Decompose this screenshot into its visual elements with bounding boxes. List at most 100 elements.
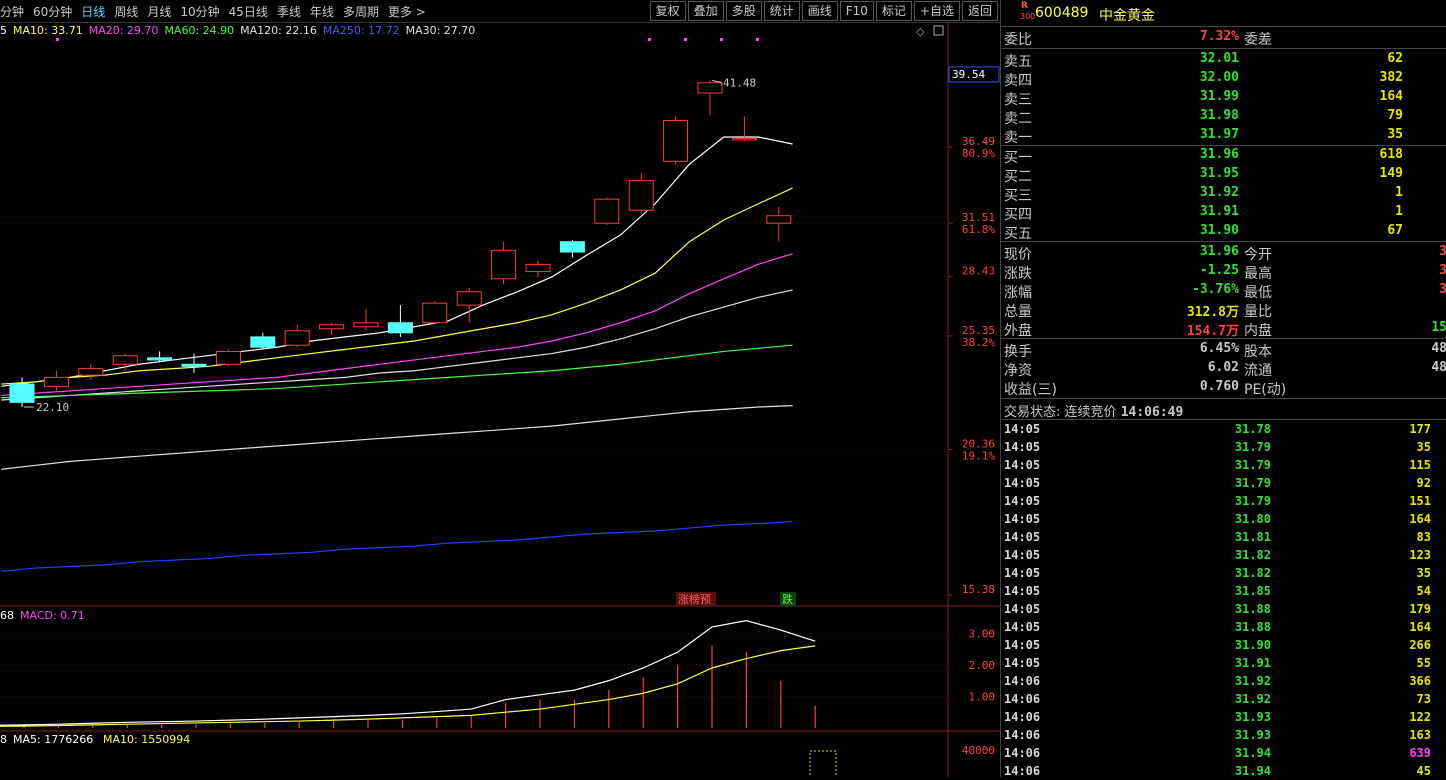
stock-header: R 300 600489 中金黄金 <box>1001 0 1446 27</box>
quote-row[interactable]: 现价 31.96 今开 3 <box>1001 243 1446 263</box>
candle-body <box>78 368 104 376</box>
trade-status-time: 14:06:49 <box>1120 405 1184 420</box>
trade-row[interactable]: 14:06 31.94 639 <box>1001 744 1446 762</box>
quote-row[interactable]: 外盘 154.7万 内盘 15 <box>1001 319 1446 339</box>
pct-tick-label: 38.2% <box>962 336 995 349</box>
marker-label-up: 涨榜预 <box>678 592 711 606</box>
trade-volume: 122 <box>1409 710 1431 724</box>
stat-label-2: 股本 <box>1244 344 1272 360</box>
macd-legend-item: MACD: 0.71 <box>20 609 85 622</box>
stat-row[interactable]: 净资 6.02 流通 48 <box>1001 359 1446 379</box>
trade-price: 31.88 <box>1234 602 1271 616</box>
trade-price: 31.94 <box>1234 746 1271 760</box>
stock-code[interactable]: 600489 <box>1035 5 1088 21</box>
stat-row[interactable]: 收益(三) 0.760 PE(动) <box>1001 378 1446 398</box>
current-price-label: 39.54 <box>952 68 985 81</box>
trade-row[interactable]: 14:05 31.80 164 <box>1001 510 1446 528</box>
ask-row[interactable]: 卖五 32.01 62 <box>1001 50 1446 70</box>
trade-price: 31.79 <box>1234 440 1271 454</box>
trade-volume: 55 <box>1416 656 1431 670</box>
trade-price: 31.79 <box>1234 476 1271 490</box>
stock-name[interactable]: 中金黄金 <box>1099 5 1155 25</box>
tick-trades-list[interactable]: 14:05 31.78 177 14:05 31.79 35 14:05 31.79 115 14… <box>1001 420 1446 780</box>
trade-price: 31.91 <box>1234 656 1271 670</box>
trade-row[interactable]: 14:05 31.81 83 <box>1001 528 1446 546</box>
trade-time: 14:06 <box>1004 764 1041 778</box>
quote-row[interactable]: 总量 312.8万 量比 <box>1001 300 1446 320</box>
trade-row[interactable]: 14:05 31.79 115 <box>1001 456 1446 474</box>
pct-tick-label: 80.9% <box>962 147 995 160</box>
price-tick-label: 15.38 <box>962 583 995 596</box>
ask-price: 32.00 <box>1199 70 1239 85</box>
bid-volume: 1 <box>1395 204 1403 219</box>
quote-label: 涨幅 <box>1004 285 1032 301</box>
ask-label: 卖四 <box>1004 73 1032 89</box>
trade-time: 14:06 <box>1004 728 1041 742</box>
trade-row[interactable]: 14:05 31.82 123 <box>1001 546 1446 564</box>
signal-dot <box>720 38 723 41</box>
ask-volume: 164 <box>1379 89 1403 104</box>
trade-volume: 92 <box>1416 476 1431 490</box>
trade-volume: 35 <box>1416 566 1431 580</box>
bid-volume: 1 <box>1395 185 1403 200</box>
stat-label: 收益(三) <box>1004 382 1057 398</box>
stat-row[interactable]: 换手 6.45% 股本 48 <box>1001 340 1446 360</box>
pct-tick-label: 19.1% <box>962 450 995 463</box>
quote-value: 154.7万 <box>1186 324 1239 339</box>
trade-row[interactable]: 14:05 31.88 179 <box>1001 600 1446 618</box>
stat-value-2: 48 <box>1431 341 1446 356</box>
bid-row[interactable]: 买四 31.91 1 <box>1001 203 1446 223</box>
quote-value: 312.8万 <box>1186 305 1239 320</box>
bid-volume: 67 <box>1387 223 1403 238</box>
bid-row[interactable]: 买五 31.90 67 <box>1001 222 1446 242</box>
ask-row[interactable]: 卖四 32.00 382 <box>1001 69 1446 89</box>
trade-row[interactable]: 14:06 31.92 73 <box>1001 690 1446 708</box>
trade-row[interactable]: 14:06 31.93 163 <box>1001 726 1446 744</box>
trade-row[interactable]: 14:06 31.92 366 <box>1001 672 1446 690</box>
stat-value: 0.760 <box>1199 379 1239 394</box>
macd-tick-label: 3.00 <box>969 627 996 640</box>
trade-volume: 83 <box>1416 530 1431 544</box>
ask-label: 卖五 <box>1004 54 1032 70</box>
macd-tick-label: 2.00 <box>969 659 996 672</box>
quote-row[interactable]: 涨幅 -3.76% 最低 3 <box>1001 281 1446 301</box>
candle-body <box>491 249 517 280</box>
order-ratio-label: 委比 <box>1004 32 1032 48</box>
trade-row[interactable]: 14:05 31.91 55 <box>1001 654 1446 672</box>
trade-row[interactable]: 14:05 31.79 92 <box>1001 474 1446 492</box>
candle-body <box>697 82 723 94</box>
trade-price: 31.88 <box>1234 620 1271 634</box>
bid-row[interactable]: 买三 31.92 1 <box>1001 184 1446 204</box>
trade-row[interactable]: 14:05 31.85 54 <box>1001 582 1446 600</box>
trade-row[interactable]: 14:05 31.79 35 <box>1001 438 1446 456</box>
ask-row[interactable]: 卖二 31.98 79 <box>1001 107 1446 127</box>
ask-row[interactable]: 卖三 31.99 164 <box>1001 88 1446 108</box>
trade-row[interactable]: 14:05 31.90 266 <box>1001 636 1446 654</box>
ask-label: 卖一 <box>1004 130 1032 146</box>
candle-body <box>112 355 138 365</box>
kline-chart[interactable]: 36.4980.9%31.5161.8%28.4325.3538.2%20.36… <box>0 0 1000 777</box>
quote-label: 总量 <box>1004 304 1032 320</box>
high-price-pointer <box>711 80 723 84</box>
quote-row[interactable]: 涨跌 -1.25 最高 3 <box>1001 262 1446 282</box>
ask-row[interactable]: 卖一 31.97 35 <box>1001 126 1446 146</box>
trade-row[interactable]: 14:06 31.93 122 <box>1001 708 1446 726</box>
candle-body <box>559 241 585 253</box>
candle-body <box>628 180 654 211</box>
bid-row[interactable]: 买一 31.96 618 <box>1001 146 1446 166</box>
low-price-label: 22.10 <box>36 401 69 414</box>
trade-row[interactable]: 14:05 31.82 35 <box>1001 564 1446 582</box>
bid-row[interactable]: 买二 31.95 149 <box>1001 165 1446 185</box>
trade-row[interactable]: 14:05 31.79 151 <box>1001 492 1446 510</box>
signal-dot <box>756 38 759 41</box>
trade-row[interactable]: 14:05 31.88 164 <box>1001 618 1446 636</box>
trade-volume: 177 <box>1409 422 1431 436</box>
high-price-label: 41.48 <box>723 77 756 90</box>
trade-price: 31.93 <box>1234 728 1271 742</box>
candle-body <box>147 357 173 361</box>
ask-volume: 35 <box>1387 127 1403 142</box>
trade-row[interactable]: 14:05 31.78 177 <box>1001 420 1446 438</box>
pct-tick-label: 61.8% <box>962 223 995 236</box>
trade-row[interactable]: 14:06 31.94 45 <box>1001 762 1446 780</box>
macd-dif-line <box>0 620 816 726</box>
